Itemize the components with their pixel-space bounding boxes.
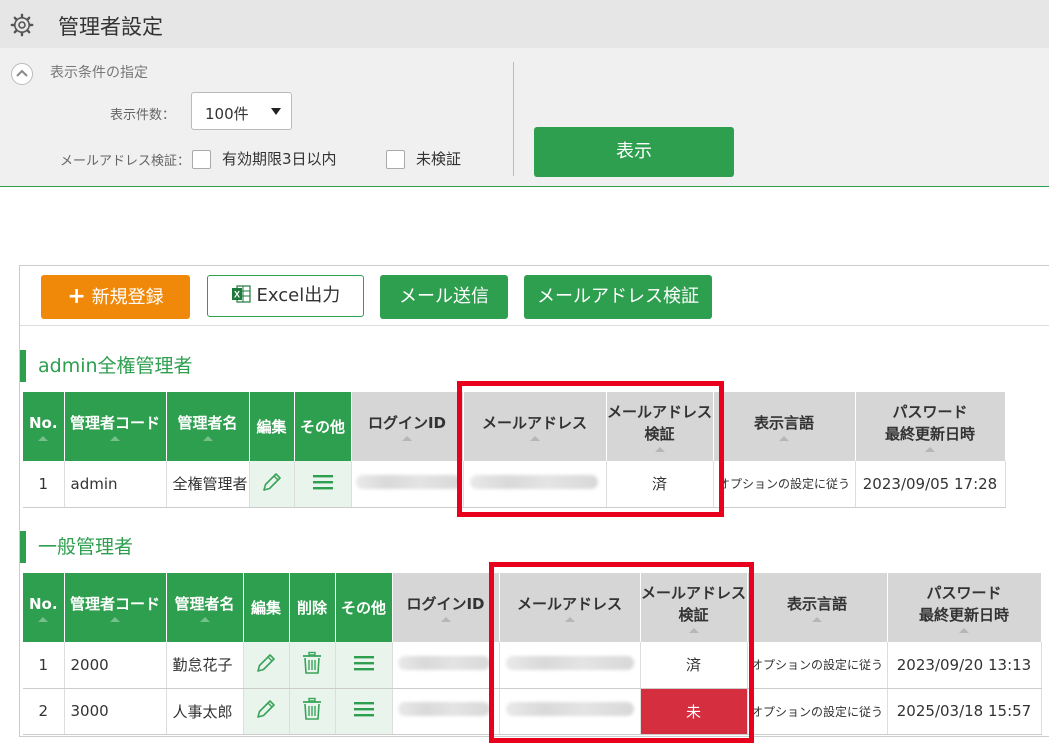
edit-button[interactable] bbox=[243, 642, 290, 689]
gear-icon bbox=[10, 13, 34, 37]
col-other: その他 bbox=[294, 392, 352, 461]
col-name[interactable]: 管理者名 bbox=[166, 573, 244, 642]
col-login-id[interactable]: ログインID bbox=[351, 392, 464, 461]
send-mail-button[interactable]: メール送信 bbox=[380, 275, 508, 319]
menu-icon bbox=[312, 474, 333, 490]
cell-name: 人事太郎 bbox=[166, 688, 244, 735]
page-header: 管理者設定 bbox=[0, 0, 1049, 48]
highlight-box-general-admin bbox=[489, 562, 754, 743]
menu-button[interactable] bbox=[294, 461, 352, 508]
pencil-icon bbox=[262, 472, 281, 491]
condition-panel: 表示条件の指定 表示件数： 100件 メールアドレス検証： 有効期限3日以内 未… bbox=[0, 48, 1049, 187]
checkbox-unverified-label[interactable]: 未検証 bbox=[416, 148, 461, 169]
menu-button[interactable] bbox=[335, 688, 393, 735]
cell-name: 全権管理者 bbox=[166, 461, 250, 508]
cell-code: admin bbox=[64, 461, 167, 508]
col-other: その他 bbox=[335, 573, 393, 642]
divider bbox=[513, 62, 514, 176]
cell-login-id bbox=[392, 688, 500, 735]
trash-icon bbox=[303, 697, 321, 720]
excel-export-button[interactable]: X Excel出力 bbox=[207, 275, 364, 317]
highlight-box-super-admin bbox=[457, 381, 724, 517]
menu-icon bbox=[353, 702, 374, 717]
pencil-icon bbox=[257, 653, 275, 672]
edit-button[interactable] bbox=[249, 461, 295, 508]
cell-name: 勤怠花子 bbox=[166, 642, 244, 689]
col-language[interactable]: 表示言語 bbox=[747, 573, 888, 642]
svg-text:X: X bbox=[234, 290, 240, 300]
mail-verify-label: メールアドレス検証： bbox=[60, 154, 191, 169]
section-title-general-admin: 一般管理者 bbox=[20, 531, 133, 563]
page-title: 管理者設定 bbox=[58, 15, 163, 39]
cell-no: 1 bbox=[23, 642, 65, 689]
checkbox-expiry-label[interactable]: 有効期限3日以内 bbox=[222, 148, 337, 169]
cell-login-id bbox=[351, 461, 464, 508]
edit-button[interactable] bbox=[243, 688, 290, 735]
collapse-toggle[interactable] bbox=[11, 63, 33, 85]
count-select-value: 100件 bbox=[205, 105, 249, 123]
menu-icon bbox=[353, 655, 374, 671]
pencil-icon bbox=[257, 700, 275, 718]
plus-icon: + bbox=[67, 284, 86, 309]
cell-language: オプションの設定に従う bbox=[747, 642, 888, 689]
checkbox-unverified[interactable] bbox=[386, 150, 405, 169]
count-label: 表示件数： bbox=[110, 108, 176, 123]
cell-login-id bbox=[392, 642, 500, 689]
col-password-updated[interactable]: パスワード 最終更新日時 bbox=[855, 392, 1006, 461]
toolbar-divider bbox=[20, 325, 1049, 326]
cell-code: 3000 bbox=[64, 688, 167, 735]
condition-title: 表示条件の指定 bbox=[50, 65, 148, 81]
col-code[interactable]: 管理者コード bbox=[64, 573, 167, 642]
new-registration-button[interactable]: + 新規登録 bbox=[41, 275, 190, 319]
excel-icon: X bbox=[231, 285, 251, 303]
count-select[interactable]: 100件 bbox=[191, 92, 292, 130]
excel-export-label: Excel出力 bbox=[256, 285, 341, 306]
show-button[interactable]: 表示 bbox=[534, 127, 734, 177]
col-password-updated[interactable]: パスワード 最終更新日時 bbox=[887, 573, 1042, 642]
cell-no: 1 bbox=[23, 461, 65, 508]
cell-updated: 2023/09/05 17:28 bbox=[855, 461, 1006, 508]
trash-icon bbox=[303, 651, 321, 674]
cell-language: オプションの設定に従う bbox=[713, 461, 856, 508]
col-code[interactable]: 管理者コード bbox=[64, 392, 167, 461]
col-no[interactable]: No. bbox=[23, 573, 65, 642]
checkbox-expiry[interactable] bbox=[192, 150, 211, 169]
col-edit: 編集 bbox=[243, 573, 290, 642]
col-no[interactable]: No. bbox=[23, 392, 65, 461]
delete-button[interactable] bbox=[289, 688, 336, 735]
cell-code: 2000 bbox=[64, 642, 167, 689]
cell-no: 2 bbox=[23, 688, 65, 735]
chevron-up-icon bbox=[16, 69, 28, 77]
section-title-super-admin: admin全権管理者 bbox=[20, 350, 193, 382]
verify-mail-button[interactable]: メールアドレス検証 bbox=[524, 275, 712, 319]
menu-button[interactable] bbox=[335, 642, 393, 689]
col-edit: 編集 bbox=[249, 392, 295, 461]
col-login-id[interactable]: ログインID bbox=[392, 573, 500, 642]
cell-updated: 2023/09/20 13:13 bbox=[887, 642, 1042, 689]
caret-down-icon bbox=[271, 108, 281, 115]
col-language[interactable]: 表示言語 bbox=[713, 392, 856, 461]
col-delete: 削除 bbox=[289, 573, 336, 642]
cell-updated: 2025/03/18 15:57 bbox=[887, 688, 1042, 735]
delete-button[interactable] bbox=[289, 642, 336, 689]
col-name[interactable]: 管理者名 bbox=[166, 392, 250, 461]
cell-language: オプションの設定に従う bbox=[747, 688, 888, 735]
new-registration-label: 新規登録 bbox=[91, 287, 164, 308]
